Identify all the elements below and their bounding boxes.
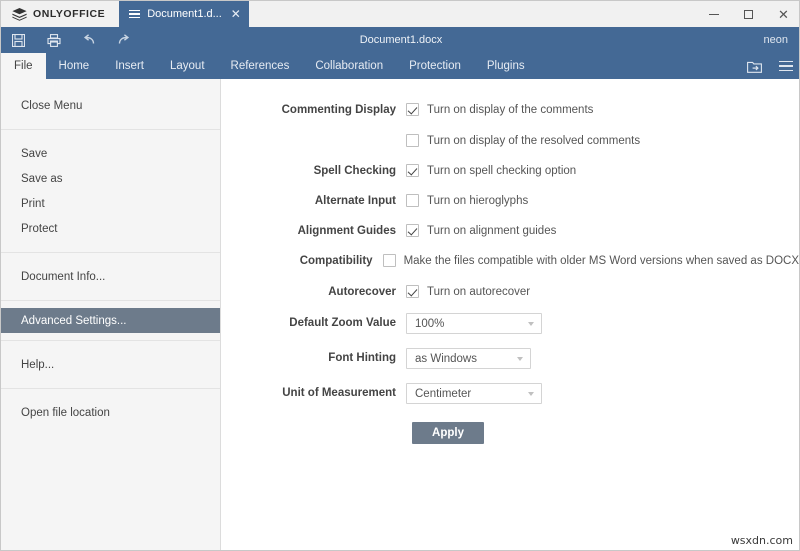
- sidebar-item-close-menu[interactable]: Close Menu: [1, 93, 220, 118]
- checkbox-label: Turn on spell checking option: [427, 165, 577, 177]
- dropdown-value: Centimeter: [415, 387, 472, 400]
- tab-home[interactable]: Home: [46, 53, 103, 79]
- checkbox-box[interactable]: [406, 285, 419, 298]
- setting-label: Autorecover: [328, 286, 396, 298]
- checkbox-spell-checking[interactable]: Turn on spell checking option: [406, 164, 576, 178]
- sidebar-item-save[interactable]: Save: [1, 141, 220, 166]
- sidebar-item-document-info[interactable]: Document Info...: [1, 264, 220, 289]
- setting-row-compatibility: Compatibility Make the files compatible …: [222, 254, 799, 269]
- checkbox-box[interactable]: [406, 164, 419, 177]
- tab-protection[interactable]: Protection: [396, 53, 474, 79]
- setting-label: Default Zoom Value: [289, 317, 396, 329]
- file-menu-sidebar: Close Menu Save Save as Print Protect Do…: [1, 79, 221, 550]
- print-icon[interactable]: [36, 27, 71, 53]
- minimize-icon[interactable]: [696, 1, 731, 27]
- setting-row-alignment-guides: Alignment Guides Turn on alignment guide…: [222, 224, 799, 239]
- watermark: wsxdn.com: [730, 534, 793, 547]
- setting-row-unit-of-measurement: Unit of Measurement Centimeter: [222, 383, 799, 404]
- redo-icon[interactable]: [106, 27, 141, 53]
- user-name[interactable]: neon: [764, 27, 788, 53]
- tab-layout[interactable]: Layout: [157, 53, 218, 79]
- sidebar-item-help[interactable]: Help...: [1, 352, 220, 377]
- setting-row-font-hinting: Font Hinting as Windows: [222, 348, 799, 369]
- tab-plugins[interactable]: Plugins: [474, 53, 538, 79]
- checkbox-label: Turn on display of the resolved comments: [427, 135, 641, 147]
- tab-file[interactable]: File: [1, 53, 46, 79]
- ribbon-tabs: File Home Insert Layout References Colla…: [1, 53, 799, 79]
- checkbox-box[interactable]: [406, 224, 419, 237]
- chevron-down-icon[interactable]: [528, 391, 534, 396]
- setting-row-alternate-input: Alternate Input Turn on hieroglyphs: [222, 194, 799, 209]
- setting-label: Unit of Measurement: [282, 387, 396, 399]
- view-settings-icon[interactable]: [770, 53, 799, 79]
- sidebar-item-open-file-location[interactable]: Open file location: [1, 400, 220, 425]
- sidebar-item-protect[interactable]: Protect: [1, 216, 220, 241]
- hamburger-icon[interactable]: [129, 9, 141, 19]
- checkbox-box[interactable]: [406, 194, 419, 207]
- save-icon[interactable]: [1, 27, 36, 53]
- setting-row-spell-checking: Spell Checking Turn on spell checking op…: [222, 164, 799, 179]
- checkbox-box[interactable]: [406, 103, 419, 116]
- setting-label: Commenting Display: [281, 104, 396, 116]
- tab-collaboration[interactable]: Collaboration: [302, 53, 396, 79]
- quick-access-toolbar: Document1.docx neon: [1, 27, 799, 53]
- app-brand: ONLYOFFICE: [1, 1, 119, 27]
- checkbox-compatibility[interactable]: Make the files compatible with older MS …: [382, 254, 799, 268]
- ribbon-right-actions: [739, 53, 799, 79]
- onlyoffice-window: ONLYOFFICE Document1.d... ✕ ✕ Document1.…: [0, 0, 800, 551]
- chevron-down-icon[interactable]: [517, 356, 523, 361]
- setting-row-default-zoom-value: Default Zoom Value 100%: [222, 313, 799, 334]
- window-controls: ✕: [696, 1, 799, 27]
- checkbox-display-resolved-comments[interactable]: Turn on display of the resolved comments: [406, 134, 640, 148]
- chevron-down-icon[interactable]: [528, 321, 534, 326]
- document-tab[interactable]: Document1.d... ✕: [119, 1, 249, 27]
- setting-label: Alternate Input: [314, 195, 396, 207]
- setting-label: Compatibility: [299, 255, 373, 267]
- sidebar-item-print[interactable]: Print: [1, 191, 220, 216]
- document-tab-label: Document1.d...: [147, 8, 222, 20]
- checkbox-hieroglyphs[interactable]: Turn on hieroglyphs: [406, 194, 528, 208]
- checkbox-alignment-guides[interactable]: Turn on alignment guides: [406, 224, 556, 238]
- close-icon[interactable]: ✕: [231, 8, 241, 20]
- maximize-icon[interactable]: [731, 1, 766, 27]
- dropdown-value: as Windows: [415, 352, 477, 365]
- checkbox-display-comments[interactable]: Turn on display of the comments: [406, 103, 593, 117]
- setting-row-resolved-comments: Turn on display of the resolved comments: [222, 134, 799, 148]
- open-file-location-icon[interactable]: [739, 53, 770, 79]
- close-icon[interactable]: ✕: [766, 1, 799, 27]
- checkbox-label: Turn on hieroglyphs: [427, 195, 529, 207]
- advanced-settings-panel: Commenting Display Turn on display of th…: [222, 79, 799, 550]
- dropdown-value: 100%: [415, 317, 445, 330]
- checkbox-box[interactable]: [406, 134, 419, 147]
- setting-label: Font Hinting: [328, 352, 396, 364]
- onlyoffice-logo-icon: [12, 7, 27, 21]
- checkbox-box[interactable]: [382, 254, 396, 267]
- tab-insert[interactable]: Insert: [102, 53, 157, 79]
- dropdown-unit-of-measurement[interactable]: Centimeter: [406, 383, 542, 404]
- checkbox-autorecover[interactable]: Turn on autorecover: [406, 285, 530, 299]
- undo-icon[interactable]: [71, 27, 106, 53]
- setting-label: Spell Checking: [313, 165, 396, 177]
- apply-button[interactable]: Apply: [412, 422, 484, 444]
- brand-name: ONLYOFFICE: [33, 8, 106, 20]
- tab-references[interactable]: References: [218, 53, 303, 79]
- title-bar: ONLYOFFICE Document1.d... ✕ ✕: [1, 1, 799, 27]
- checkbox-label: Turn on autorecover: [427, 286, 531, 298]
- setting-row-commenting-display: Commenting Display Turn on display of th…: [222, 103, 799, 118]
- dropdown-default-zoom-value[interactable]: 100%: [406, 313, 542, 334]
- checkbox-label: Make the files compatible with older MS …: [403, 255, 799, 267]
- checkbox-label: Turn on display of the comments: [427, 104, 594, 116]
- dropdown-font-hinting[interactable]: as Windows: [406, 348, 531, 369]
- sidebar-item-save-as[interactable]: Save as: [1, 166, 220, 191]
- setting-label: Alignment Guides: [297, 225, 396, 237]
- sidebar-item-advanced-settings[interactable]: Advanced Settings...: [1, 308, 220, 333]
- checkbox-label: Turn on alignment guides: [427, 225, 557, 237]
- setting-row-autorecover: Autorecover Turn on autorecover: [222, 285, 799, 300]
